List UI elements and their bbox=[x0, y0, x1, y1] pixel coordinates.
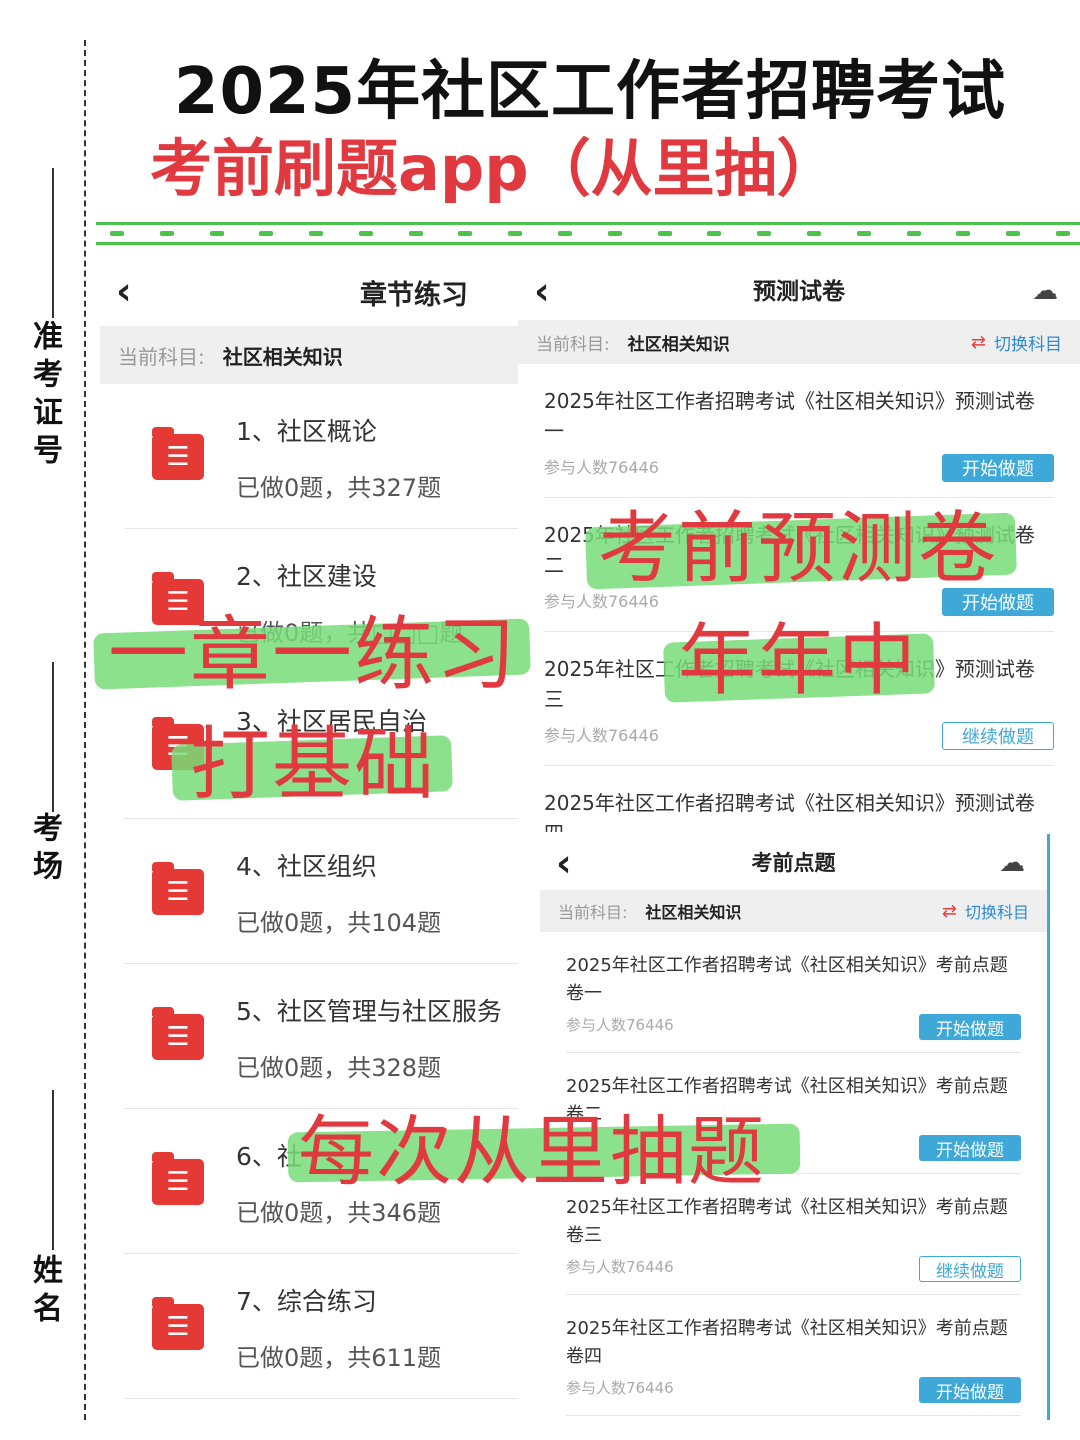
overlay-foundation-text: 打基础 bbox=[190, 718, 436, 811]
paper-title: 2025年社区工作者招聘考试《社区相关知识》考前点题卷一 bbox=[566, 955, 1008, 1004]
subject-bar: 当前科目: 社区相关知识 bbox=[100, 326, 518, 384]
paper-item[interactable]: 2025年社区工作者招聘考试《社区相关知识》考前点题卷四 参与人数76446 开… bbox=[566, 1295, 1021, 1416]
paper-item[interactable]: 2025年社区工作者招聘考试《社区相关知识》预测试卷一 参与人数76446 开始… bbox=[544, 364, 1054, 498]
back-icon[interactable]: ‹ bbox=[534, 272, 550, 310]
subject-label: 当前科目: bbox=[536, 334, 610, 355]
start-button[interactable]: 开始做题 bbox=[919, 1377, 1021, 1403]
overlay-draw-text: 每次从里抽题 bbox=[298, 1107, 766, 1196]
poster: 准考证号 考场 姓名 2025年社区工作者招聘考试 考前刷题app（从里抽） ‹… bbox=[0, 0, 1080, 1440]
chapter-item[interactable]: 5、社区管理与社区服务 已做0题，共328题 bbox=[124, 964, 518, 1109]
folder-icon bbox=[152, 1152, 204, 1205]
subject-value: 社区相关知识 bbox=[627, 334, 730, 355]
switch-subject-label: 切换科目 bbox=[994, 334, 1062, 355]
nav-title: 预测试卷 bbox=[753, 279, 845, 305]
nav-bar: ‹ 考前点题 ☁ bbox=[540, 834, 1047, 890]
chapter-count: 已做0题，共328题 bbox=[236, 1054, 442, 1082]
subject-label: 当前科目: bbox=[558, 903, 628, 922]
switch-subject-button[interactable]: ⇄ 切换科目 bbox=[971, 330, 1062, 355]
overlay-predict-text: 考前预测卷 bbox=[598, 504, 999, 594]
folder-icon bbox=[152, 1007, 204, 1060]
switch-subject-button[interactable]: ⇄ 切换科目 bbox=[942, 899, 1029, 923]
chapter-item[interactable]: 1、社区概论 已做0题，共327题 bbox=[124, 384, 518, 529]
chapter-name: 5、社区管理与社区服务 bbox=[236, 997, 502, 1026]
chapter-item[interactable]: 7、综合练习 已做0题，共611题 bbox=[124, 1254, 518, 1399]
chapter-name: 2、社区建设 bbox=[236, 562, 377, 591]
paper-item[interactable]: 2025年社区工作者招聘考试《社区相关知识》考前点题卷一 参与人数76446 开… bbox=[566, 932, 1021, 1053]
margin-exam-id-label: 准考证号 bbox=[27, 320, 62, 472]
folder-icon bbox=[152, 1297, 204, 1350]
chapter-name: 7、综合练习 bbox=[236, 1287, 377, 1316]
continue-button[interactable]: 继续做题 bbox=[942, 722, 1054, 750]
back-icon[interactable]: ‹ bbox=[556, 844, 572, 882]
cloud-download-icon[interactable]: ☁ bbox=[1032, 276, 1058, 306]
subject-value: 社区相关知识 bbox=[222, 344, 343, 369]
nav-title: 考前点题 bbox=[751, 851, 836, 875]
nav-bar: ‹ 预测试卷 ☁ bbox=[518, 258, 1080, 320]
switch-arrows-icon: ⇄ bbox=[941, 900, 957, 922]
chapter-name: 1、社区概论 bbox=[236, 417, 377, 446]
green-divider bbox=[96, 222, 1080, 225]
chapter-count: 已做0题，共104题 bbox=[236, 909, 442, 937]
subject-value: 社区相关知识 bbox=[645, 903, 742, 922]
start-button[interactable]: 开始做题 bbox=[919, 1135, 1021, 1161]
margin-underline bbox=[52, 662, 54, 812]
chapter-practice-screen: ‹ 章节练习 当前科目: 社区相关知识 1、社区概论 已做0题，共327题 2、… bbox=[100, 258, 518, 1408]
start-button[interactable]: 开始做题 bbox=[919, 1014, 1021, 1040]
chapter-count: 已做0题，共327题 bbox=[236, 474, 442, 502]
folder-icon bbox=[152, 427, 204, 480]
continue-button[interactable]: 继续做题 bbox=[919, 1256, 1021, 1282]
margin-exam-room-label: 考场 bbox=[27, 812, 62, 888]
overlay-chapter-text: 一章一练习 bbox=[108, 608, 518, 701]
chapter-item[interactable]: 4、社区组织 已做0题，共104题 bbox=[124, 819, 518, 964]
switch-arrows-icon: ⇄ bbox=[970, 331, 986, 353]
switch-subject-label: 切换科目 bbox=[964, 903, 1029, 922]
margin-underline bbox=[52, 1090, 54, 1250]
green-divider bbox=[96, 242, 1080, 245]
nav-title: 章节练习 bbox=[360, 279, 468, 311]
nav-bar: ‹ 章节练习 bbox=[100, 258, 518, 326]
cloud-download-icon[interactable]: ☁ bbox=[999, 848, 1025, 878]
subject-bar: 当前科目: 社区相关知识 ⇄ 切换科目 bbox=[518, 320, 1080, 364]
overlay-yearly-text: 年年中 bbox=[678, 616, 919, 706]
folder-icon bbox=[152, 862, 204, 915]
margin-dashed-line bbox=[84, 40, 86, 1420]
back-icon[interactable]: ‹ bbox=[116, 272, 132, 310]
start-button[interactable]: 开始做题 bbox=[942, 454, 1054, 482]
page-subtitle: 考前刷题app（从里抽） bbox=[150, 132, 839, 205]
subject-label: 当前科目: bbox=[118, 344, 205, 369]
subject-bar: 当前科目: 社区相关知识 ⇄ 切换科目 bbox=[540, 890, 1047, 932]
chapter-name: 4、社区组织 bbox=[236, 852, 377, 881]
paper-title: 2025年社区工作者招聘考试《社区相关知识》考前点题卷三 bbox=[566, 1197, 1008, 1246]
chapter-count: 已做0题，共611题 bbox=[236, 1344, 442, 1372]
green-dots bbox=[100, 231, 1080, 237]
margin-underline bbox=[52, 168, 54, 318]
margin-name-label: 姓名 bbox=[27, 1254, 62, 1330]
paper-item[interactable]: 2025年社区工作者招聘考试《社区相关知识》预测试卷四 bbox=[544, 766, 1054, 832]
paper-title: 2025年社区工作者招聘考试《社区相关知识》预测试卷一 bbox=[544, 389, 1035, 443]
paper-title: 2025年社区工作者招聘考试《社区相关知识》预测试卷四 bbox=[544, 791, 1035, 832]
paper-title: 2025年社区工作者招聘考试《社区相关知识》考前点题卷四 bbox=[566, 1318, 1008, 1367]
